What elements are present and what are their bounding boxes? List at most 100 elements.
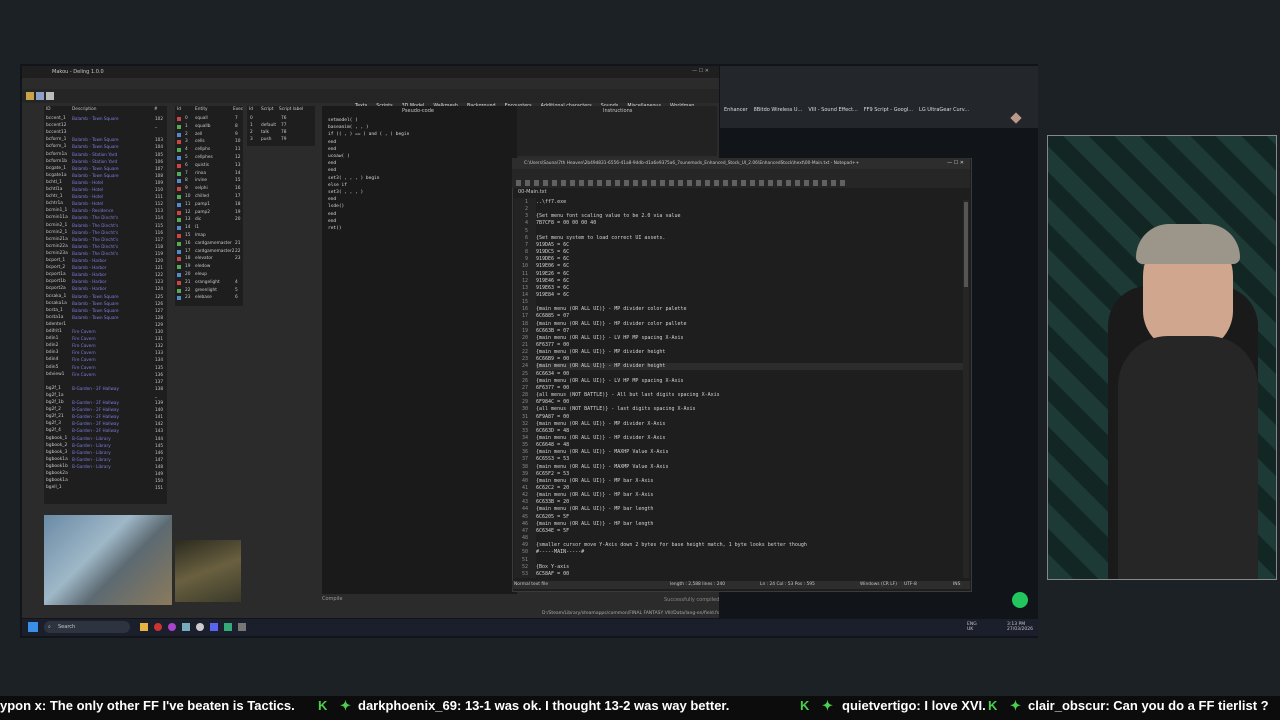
code-line[interactable]: 20 {main menu (OR ALL UI)} - LV HP MP spa… bbox=[514, 335, 684, 342]
table-row[interactable]: bcsta1a Balamb - Town Square 128 bbox=[44, 315, 167, 322]
search-icon[interactable] bbox=[46, 92, 54, 100]
table-row[interactable]: bg2f_4 B-Garden - 2F Hallway 143 bbox=[44, 428, 167, 435]
table-row[interactable]: 3 push 79 bbox=[247, 137, 315, 144]
code-line[interactable]: 25 6C6634 = 00 bbox=[514, 371, 569, 378]
code-line[interactable]: 3 {Set menu font scaling value to be 2.0 … bbox=[514, 213, 681, 220]
table-row[interactable]: 16 cardgamemaster 21 bbox=[175, 241, 243, 248]
table-row[interactable]: 137 bbox=[44, 379, 167, 386]
table-row[interactable]: 2 talk 78 bbox=[247, 130, 315, 137]
code-line[interactable]: 11 919E26 = 6C bbox=[514, 271, 569, 278]
code-line[interactable]: 34 {main menu (OR ALL UI)} - HP divider X… bbox=[514, 435, 665, 442]
code-line[interactable]: 41 6C62C2 = 20 bbox=[514, 485, 569, 492]
column-header[interactable]: Script label bbox=[279, 107, 303, 113]
table-row[interactable]: 1 squallb 8 bbox=[175, 124, 243, 131]
table-row[interactable]: bchtl_1 Balamb - Hotel 109 bbox=[44, 180, 167, 187]
table-row[interactable]: 0 squall 7 bbox=[175, 116, 243, 123]
pseudo-code-panel[interactable]: Pseudo-code setmodel( ) baseanim( , , ) if… bbox=[322, 106, 517, 602]
code-line[interactable]: 18 {main menu (OR ALL UI)} - HP divider c… bbox=[514, 321, 687, 328]
bookmark-item[interactable]: Enhancer bbox=[724, 107, 748, 113]
table-row[interactable]: 14 l1 bbox=[175, 225, 243, 232]
table-row[interactable]: 8 irvine 15 bbox=[175, 178, 243, 185]
table-row[interactable]: bgbook1a 150 bbox=[44, 478, 167, 485]
code-line[interactable]: 35 6C6648 = 48 bbox=[514, 442, 569, 449]
table-row[interactable]: bcgate1a Balamb - Town Square 108 bbox=[44, 173, 167, 180]
table-row[interactable]: 1 default 77 bbox=[247, 123, 315, 130]
code-line[interactable]: 50 #-----MAIN-----# bbox=[514, 549, 584, 556]
table-row[interactable]: bcform1b Balamb - Station Yard 106 bbox=[44, 159, 167, 166]
table-row[interactable]: bcsaka1a Balamb - Town Square 126 bbox=[44, 301, 167, 308]
code-line[interactable]: 23 6C66B9 = 00 bbox=[514, 356, 569, 363]
code-line[interactable]: 24 {main menu (OR ALL UI)} - HP divider h… bbox=[514, 363, 665, 370]
bookmark-item[interactable]: FF9 Script - Googl... bbox=[864, 107, 913, 113]
code-line[interactable]: 43 6C633B = 20 bbox=[514, 499, 569, 506]
column-header[interactable]: Id bbox=[249, 107, 253, 113]
table-row[interactable]: bcmin11a Balamb - The Dincht's 114 bbox=[44, 215, 167, 222]
windows-start-icon[interactable] bbox=[28, 622, 38, 632]
compile-button[interactable]: Compile bbox=[322, 596, 342, 602]
taskbar-search[interactable]: ⌕ Search bbox=[44, 621, 130, 633]
github-icon[interactable] bbox=[196, 623, 204, 631]
code-line[interactable]: 32 {main menu (OR ALL UI)} - MP divider X… bbox=[514, 421, 665, 428]
table-row[interactable]: bdin5 Fire Cavern 135 bbox=[44, 365, 167, 372]
code-line[interactable]: 45 6C6205 = 5F bbox=[514, 514, 569, 521]
code-line[interactable]: 1 ..\ff7.exe bbox=[514, 199, 566, 206]
code-line[interactable]: 37 6C65S3 = 53 bbox=[514, 456, 569, 463]
table-row[interactable]: bcsaka_1 Balamb - Town Square 125 bbox=[44, 294, 167, 301]
code-line[interactable]: 47 6C634E = 5F bbox=[514, 528, 569, 535]
code-line[interactable]: 52 {Box Y-axis bbox=[514, 564, 569, 571]
bookmark-item[interactable]: LG UltraGear Curv... bbox=[919, 107, 969, 113]
bookmark-item[interactable]: VIII - Sound Effect... bbox=[808, 107, 857, 113]
settings-icon[interactable] bbox=[238, 623, 246, 631]
table-row[interactable]: bcform_1 Balamb - Town Square 104 bbox=[44, 144, 167, 151]
code-line[interactable]: 14 919E84 = 6C bbox=[514, 292, 569, 299]
code-line[interactable]: 39 6C65F2 = 53 bbox=[514, 471, 569, 478]
table-row[interactable]: bchtl1a Balamb - Hotel 110 bbox=[44, 187, 167, 194]
table-row[interactable]: bg2f_1b B-Garden - 2F Hallway 139 bbox=[44, 400, 167, 407]
table-row[interactable]: 0 76 bbox=[247, 116, 315, 123]
table-row[interactable]: bdin3 Fire Cavern 133 bbox=[44, 350, 167, 357]
table-row[interactable]: 20 eleup bbox=[175, 272, 243, 279]
table-row[interactable]: bgbook1a B-Garden - Library 147 bbox=[44, 457, 167, 464]
table-row[interactable]: 4 cellphs 11 bbox=[175, 147, 243, 154]
code-line[interactable]: 19 6C663B = 07 bbox=[514, 328, 569, 335]
notepad-window-controls[interactable]: — ☐ ✕ bbox=[947, 160, 964, 166]
table-row[interactable]: 5 cellphes 12 bbox=[175, 155, 243, 162]
table-row[interactable]: bdin2 Fire Cavern 132 bbox=[44, 343, 167, 350]
table-row[interactable]: bg2f_21 B-Garden - 2F Hallway 141 bbox=[44, 414, 167, 421]
code-line[interactable]: 5 bbox=[514, 228, 536, 235]
table-row[interactable]: bcmin2_1 Balamb - The Dincht's 116 bbox=[44, 230, 167, 237]
code-line[interactable]: 44 {main menu (OR ALL UI)} - MP bar lengt… bbox=[514, 506, 653, 513]
column-header[interactable]: ID bbox=[46, 107, 51, 113]
code-line[interactable]: 46 {main menu (OR ALL UI)} - HP bar lengt… bbox=[514, 521, 653, 528]
column-header[interactable]: # bbox=[154, 107, 158, 113]
table-row[interactable]: bg2f_1a _ bbox=[44, 393, 167, 400]
table-row[interactable]: bdin4 Fire Cavern 134 bbox=[44, 357, 167, 364]
code-line[interactable]: 4 7B7CF8 = 00 00 00 40 bbox=[514, 220, 596, 227]
scrollbar-thumb[interactable] bbox=[964, 202, 968, 287]
instructions-panel[interactable]: Instructions bbox=[517, 106, 717, 156]
code-line[interactable]: 13 919E63 = 6C bbox=[514, 285, 569, 292]
table-row[interactable]: 11 pamp1 18 bbox=[175, 202, 243, 209]
table-row[interactable]: 15 lmap bbox=[175, 233, 243, 240]
table-row[interactable]: 19 eledow bbox=[175, 264, 243, 271]
table-row[interactable]: bgell_1 151 bbox=[44, 485, 167, 492]
table-row[interactable]: bcmin22a Balamb - The Dincht's 118 bbox=[44, 244, 167, 251]
code-line[interactable]: 10 919E06 = 6C bbox=[514, 263, 569, 270]
code-line[interactable]: 33 6C663D = 48 bbox=[514, 428, 569, 435]
table-row[interactable]: 10 chilled 17 bbox=[175, 194, 243, 201]
entity-list[interactable]: Id Entity Exec 0 squall 7 1 squallb 8 2 zell 9 3 cell… bbox=[175, 106, 243, 306]
column-header[interactable]: Entity bbox=[195, 107, 208, 113]
table-row[interactable]: 23 elebase 6 bbox=[175, 295, 243, 302]
discord-icon[interactable] bbox=[210, 623, 218, 631]
clock[interactable]: 3:13 PM 27/03/2026 bbox=[1007, 622, 1033, 632]
code-line[interactable]: 8 919DC5 = 6C bbox=[514, 249, 569, 256]
save-icon[interactable] bbox=[36, 92, 44, 100]
table-row[interactable]: bcmin23a Balamb - The Dincht's 119 bbox=[44, 251, 167, 258]
table-row[interactable]: 12 pamp2 19 bbox=[175, 210, 243, 217]
table-row[interactable]: bcmin2_1 Balamb - The Dincht's 115 bbox=[44, 223, 167, 230]
chat-widget-icon[interactable] bbox=[1012, 592, 1028, 608]
code-line[interactable]: 6 {Set menu system to load correct UI ass… bbox=[514, 235, 665, 242]
table-row[interactable]: 13 dic 20 bbox=[175, 217, 243, 224]
code-line[interactable]: 15 bbox=[514, 299, 536, 306]
script-list[interactable]: Id Script Script label 0 76 1 default 77 2 talk 78… bbox=[247, 106, 315, 146]
